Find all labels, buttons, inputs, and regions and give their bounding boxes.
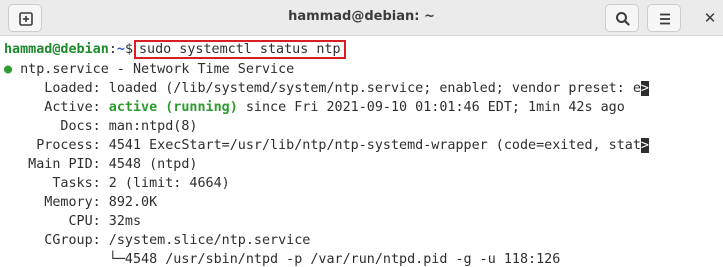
title-bar: hammad@debian: ~ ✕ bbox=[0, 0, 723, 36]
prompt-path: ~ bbox=[116, 42, 125, 57]
loaded-line: Loaded: loaded (/lib/systemd/system/ntp.… bbox=[4, 79, 649, 98]
loaded-value: loaded (/lib/systemd/system/ntp.service;… bbox=[100, 81, 641, 96]
truncation-marker: > bbox=[640, 81, 649, 96]
active-since: since Fri 2021-09-10 01:01:46 EDT; 1min … bbox=[237, 100, 625, 115]
active-label: Active: bbox=[4, 100, 101, 115]
process-line: Process: 4541 ExecStart=/usr/lib/ntp/ntp… bbox=[4, 136, 649, 155]
loaded-label: Loaded: bbox=[4, 81, 101, 96]
close-button[interactable]: ✕ bbox=[697, 4, 723, 32]
prompt-line: hammad@debian:~$ sudo systemctl status nt… bbox=[4, 40, 346, 59]
close-icon: ✕ bbox=[703, 9, 717, 27]
cgroup-child-line: └─4548 /usr/sbin/ntpd -p /var/run/ntpd.p… bbox=[4, 252, 561, 267]
active-state: active (running) bbox=[100, 100, 238, 115]
process-value: Process: 4541 ExecStart=/usr/lib/ntp/ntp… bbox=[4, 138, 641, 153]
prompt-symbol: $ bbox=[124, 42, 133, 57]
service-name: ntp.service - Network Time Service bbox=[12, 62, 295, 77]
menu-button[interactable] bbox=[647, 4, 681, 32]
main-pid-line: Main PID: 4548 (ntpd) bbox=[4, 157, 198, 172]
prompt-separator: : bbox=[108, 42, 117, 57]
cpu-line: CPU: 32ms bbox=[4, 214, 142, 229]
status-dot-icon: ● bbox=[4, 62, 13, 77]
highlighted-command: sudo systemctl status ntp bbox=[134, 40, 346, 59]
truncation-marker: > bbox=[640, 138, 649, 153]
terminal-output[interactable]: hammad@debian:~$ sudo systemctl status nt… bbox=[0, 37, 723, 267]
prompt-user: hammad@debian bbox=[4, 42, 109, 57]
cgroup-line: CGroup: /system.slice/ntp.service bbox=[4, 233, 311, 248]
tasks-line: Tasks: 2 (limit: 4664) bbox=[4, 176, 230, 191]
search-button[interactable] bbox=[605, 4, 639, 32]
docs-line: Docs: man:ntpd(8) bbox=[4, 119, 198, 134]
memory-line: Memory: 892.0K bbox=[4, 195, 158, 210]
active-line: Active: active (running) since Fri 2021-… bbox=[4, 98, 625, 117]
terminal-window: hammad@debian: ~ ✕ hammad@debian:~$ sudo… bbox=[0, 0, 723, 267]
service-line: ● ntp.service - Network Time Service bbox=[4, 60, 294, 79]
